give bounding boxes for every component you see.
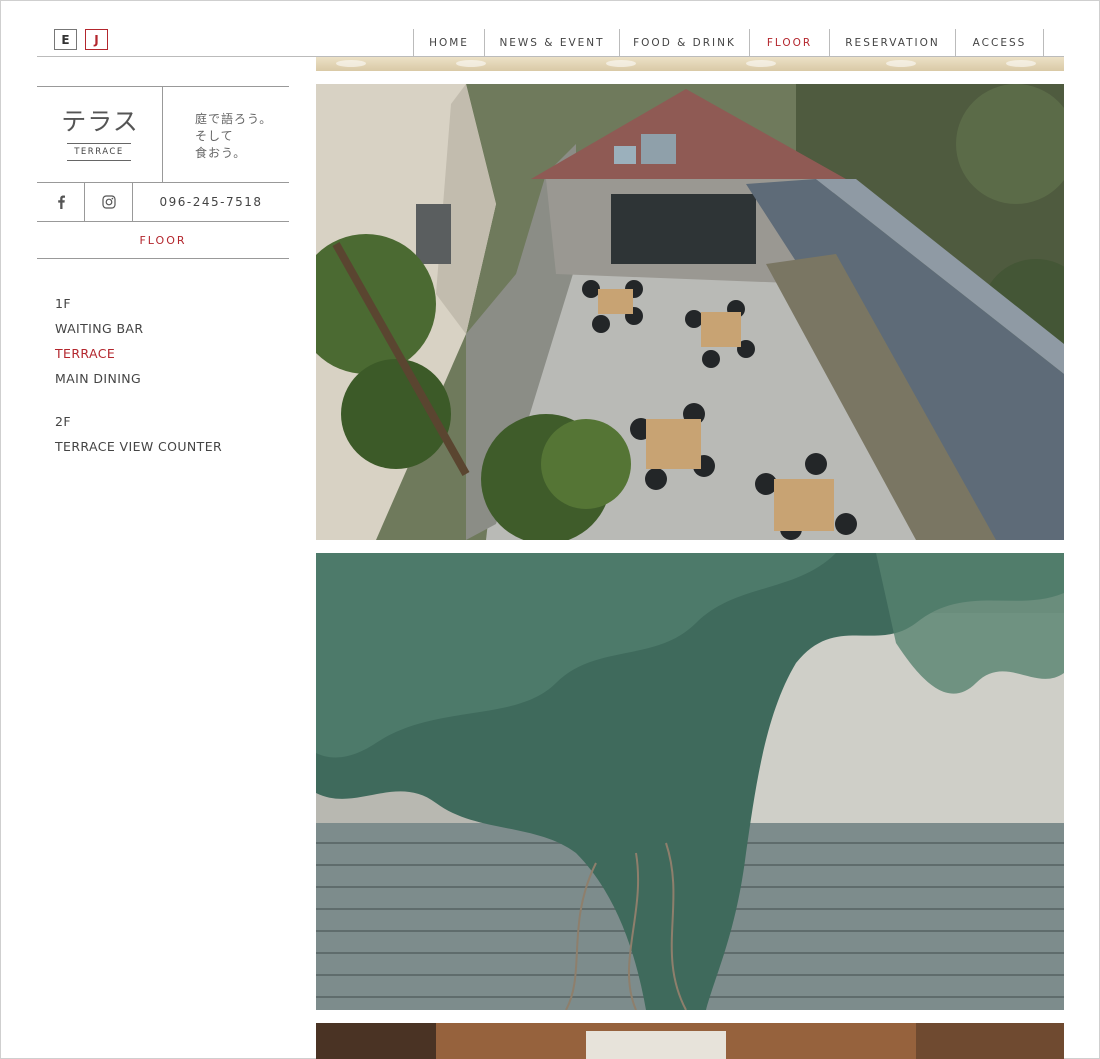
floor-menu: 1F WAITING BAR TERRACE MAIN DINING 2F TE… [55, 291, 222, 477]
phone-number[interactable]: 096-245-7518 [133, 183, 289, 221]
logo-english-text: TERRACE [67, 143, 131, 161]
logo-japanese-text: テラス [61, 107, 139, 136]
global-nav: HOME NEWS & EVENT FOOD & DRINK FLOOR RES… [413, 29, 1044, 56]
floor-link-waiting-bar[interactable]: WAITING BAR [55, 316, 222, 341]
tagline-line: 食おう。 [195, 146, 247, 160]
section-label: FLOOR [139, 234, 187, 247]
nav-access[interactable]: ACCESS [956, 29, 1044, 56]
nav-floor[interactable]: FLOOR [750, 29, 830, 56]
facebook-icon [57, 195, 65, 209]
nav-home[interactable]: HOME [414, 29, 485, 56]
contact-row: 096-245-7518 [37, 183, 289, 222]
floor-heading: 1F [55, 296, 71, 311]
floor-heading: 2F [55, 414, 71, 429]
instagram-icon [101, 195, 116, 209]
photo-ivy-wall [316, 553, 1064, 1010]
language-switch: E J [54, 29, 108, 50]
tagline-line: そして [195, 129, 234, 143]
brand-panel: テラス TERRACE 庭で語ろう。 そして 食おう。 096-245-7518… [37, 86, 289, 259]
facebook-link[interactable] [37, 183, 85, 221]
brand-row: テラス TERRACE 庭で語ろう。 そして 食おう。 [37, 87, 289, 183]
terrace-illustration [316, 84, 1064, 540]
photo-glasses-strip [316, 57, 1064, 71]
photo-terrace-aerial [316, 84, 1064, 540]
language-jp-button[interactable]: J [85, 29, 108, 50]
nav-reservation[interactable]: RESERVATION [830, 29, 956, 56]
tagline-line: 庭で語ろう。 [195, 112, 273, 126]
floor-link-terrace[interactable]: TERRACE [55, 341, 222, 366]
tagline: 庭で語ろう。 そして 食おう。 [195, 111, 289, 162]
interior-illustration [316, 1023, 1064, 1059]
language-en-button[interactable]: E [54, 29, 77, 50]
floor-group-2f: 2F TERRACE VIEW COUNTER [55, 409, 222, 459]
floor-link-main-dining[interactable]: MAIN DINING [55, 366, 222, 391]
instagram-link[interactable] [85, 183, 133, 221]
photo-interior [316, 1023, 1064, 1059]
nav-news-event[interactable]: NEWS & EVENT [485, 29, 620, 56]
logo[interactable]: テラス TERRACE [37, 87, 163, 183]
nav-food-drink[interactable]: FOOD & DRINK [620, 29, 750, 56]
floor-group-1f: 1F WAITING BAR TERRACE MAIN DINING [55, 291, 222, 391]
floor-link-terrace-view-counter[interactable]: TERRACE VIEW COUNTER [55, 434, 222, 459]
ivy-illustration [316, 553, 1064, 1010]
